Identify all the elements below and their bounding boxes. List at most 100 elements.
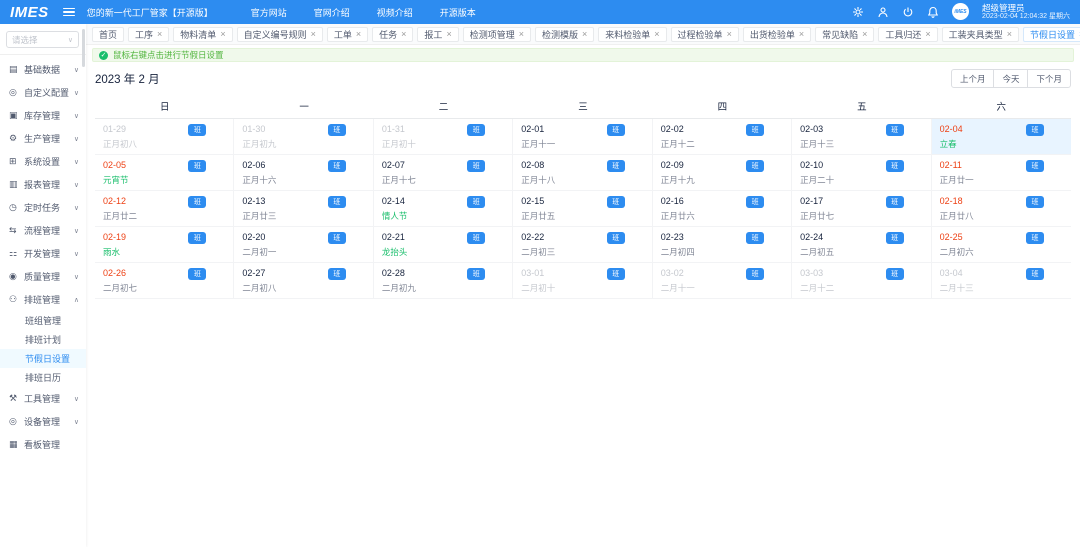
calendar-cell[interactable]: 02-01正月十一班 [513,119,652,155]
shift-badge[interactable]: 班 [1026,160,1044,172]
sidebar-item[interactable]: ◷定时任务∨ [0,196,86,219]
tab-item[interactable]: 检测模版× [535,27,594,42]
sidebar-item[interactable]: ⊞系统设置∨ [0,150,86,173]
shift-badge[interactable]: 班 [467,160,485,172]
tab-item[interactable]: 检测项管理× [463,27,531,42]
sidebar-item[interactable]: ⚇排班管理∧ [0,288,86,311]
calendar-cell[interactable]: 02-21龙抬头班 [374,227,513,263]
sidebar-item[interactable]: ◉质量管理∨ [0,265,86,288]
calendar-cell[interactable]: 02-02正月十二班 [653,119,792,155]
tab-item[interactable]: 报工× [417,27,458,42]
tab-item[interactable]: 工具归还× [878,27,937,42]
calendar-cell[interactable]: 02-23二月初四班 [653,227,792,263]
calendar-cell[interactable]: 03-01二月初十班 [513,263,652,299]
sidebar-subitem[interactable]: 节假日设置 [0,349,86,368]
shift-badge[interactable]: 班 [467,124,485,136]
close-icon[interactable]: × [220,30,225,39]
close-icon[interactable]: × [862,30,867,39]
calendar-cell[interactable]: 02-10正月二十班 [792,155,931,191]
sidebar-subitem[interactable]: 排班计划 [0,330,86,349]
tab-item[interactable]: 出货检验单× [743,27,811,42]
user-info[interactable]: 超级管理员 2023-02-04 12:04:32 星期六 [982,3,1070,22]
sidebar-scrollbar[interactable] [82,29,85,67]
shift-badge[interactable]: 班 [188,124,206,136]
tab-item[interactable]: 工单× [327,27,368,42]
tab-item[interactable]: 来料检验单× [598,27,666,42]
tab-item[interactable]: 过程检验单× [671,27,739,42]
shift-badge[interactable]: 班 [188,232,206,244]
calendar-cell[interactable]: 02-20二月初一班 [234,227,373,263]
shift-badge[interactable]: 班 [328,124,346,136]
calendar-cell[interactable]: 02-19雨水班 [95,227,234,263]
tab-item[interactable]: 工装夹具类型× [942,27,1019,42]
calendar-cell[interactable]: 02-03正月十三班 [792,119,931,155]
calendar-cell[interactable]: 02-24二月初五班 [792,227,931,263]
calendar-cell[interactable]: 01-29正月初八班 [95,119,234,155]
shift-badge[interactable]: 班 [467,232,485,244]
close-icon[interactable]: × [446,30,451,39]
sidebar-item[interactable]: ▦看板管理 [0,433,86,456]
shift-badge[interactable]: 班 [328,196,346,208]
shift-badge[interactable]: 班 [886,196,904,208]
shift-badge[interactable]: 班 [1026,124,1044,136]
shift-badge[interactable]: 班 [886,232,904,244]
topbar-link[interactable]: 视频介绍 [377,6,413,19]
user-avatar[interactable]: iMES [952,3,969,20]
close-icon[interactable]: × [401,30,406,39]
close-icon[interactable]: × [727,30,732,39]
shift-badge[interactable]: 班 [607,124,625,136]
close-icon[interactable]: × [311,30,316,39]
shift-badge[interactable]: 班 [607,196,625,208]
close-icon[interactable]: × [925,30,930,39]
close-icon[interactable]: × [799,30,804,39]
sidebar-subitem[interactable]: 排班日历 [0,368,86,387]
calendar-cell[interactable]: 02-09正月十九班 [653,155,792,191]
calendar-cell[interactable]: 01-30正月初九班 [234,119,373,155]
shift-badge[interactable]: 班 [467,268,485,280]
shift-badge[interactable]: 班 [188,160,206,172]
shift-badge[interactable]: 班 [188,268,206,280]
calendar-cell[interactable]: 03-03二月十二班 [792,263,931,299]
shift-badge[interactable]: 班 [607,232,625,244]
calendar-cell[interactable]: 02-22二月初三班 [513,227,652,263]
shift-badge[interactable]: 班 [328,160,346,172]
calendar-cell[interactable]: 02-14情人节班 [374,191,513,227]
calendar-cell[interactable]: 02-06正月十六班 [234,155,373,191]
shift-badge[interactable]: 班 [886,160,904,172]
calendar-cell[interactable]: 02-13正月廿三班 [234,191,373,227]
sidebar-item[interactable]: ▤基础数据∨ [0,58,86,81]
tab-item[interactable]: 节假日设置× [1023,27,1080,42]
sidebar-item[interactable]: ▣库存管理∨ [0,104,86,127]
calendar-cell[interactable]: 01-31正月初十班 [374,119,513,155]
shift-badge[interactable]: 班 [607,268,625,280]
sidebar-item[interactable]: ⚏开发管理∨ [0,242,86,265]
topbar-link[interactable]: 官网介绍 [314,6,350,19]
calendar-cell[interactable]: 02-16正月廿六班 [653,191,792,227]
calendar-cell[interactable]: 03-02二月十一班 [653,263,792,299]
close-icon[interactable]: × [654,30,659,39]
sidebar-subitem[interactable]: 班组管理 [0,311,86,330]
calendar-cell[interactable]: 02-05元宵节班 [95,155,234,191]
shift-badge[interactable]: 班 [746,268,764,280]
shift-badge[interactable]: 班 [746,196,764,208]
sidebar-item[interactable]: ⚙生产管理∨ [0,127,86,150]
user-icon[interactable] [877,6,889,18]
power-icon[interactable] [902,6,914,18]
sidebar-item[interactable]: ◎自定义配置∨ [0,81,86,104]
shift-badge[interactable]: 班 [746,124,764,136]
shift-badge[interactable]: 班 [1026,232,1044,244]
calendar-cell[interactable]: 02-07正月十七班 [374,155,513,191]
calendar-cell[interactable]: 02-17正月廿七班 [792,191,931,227]
shift-badge[interactable]: 班 [886,268,904,280]
topbar-link[interactable]: 开源版本 [440,6,476,19]
calendar-cell[interactable]: 02-25二月初六班 [932,227,1071,263]
calendar-cell[interactable]: 02-04立春班 [932,119,1071,155]
shift-badge[interactable]: 班 [328,232,346,244]
tab-item[interactable]: 物料清单× [173,27,232,42]
sidebar-item[interactable]: ▥报表管理∨ [0,173,86,196]
topbar-link[interactable]: 官方网站 [251,6,287,19]
tab-item[interactable]: 自定义编号规则× [237,27,323,42]
shift-badge[interactable]: 班 [746,160,764,172]
calendar-cell[interactable]: 02-28二月初九班 [374,263,513,299]
calendar-cell[interactable]: 02-18正月廿八班 [932,191,1071,227]
